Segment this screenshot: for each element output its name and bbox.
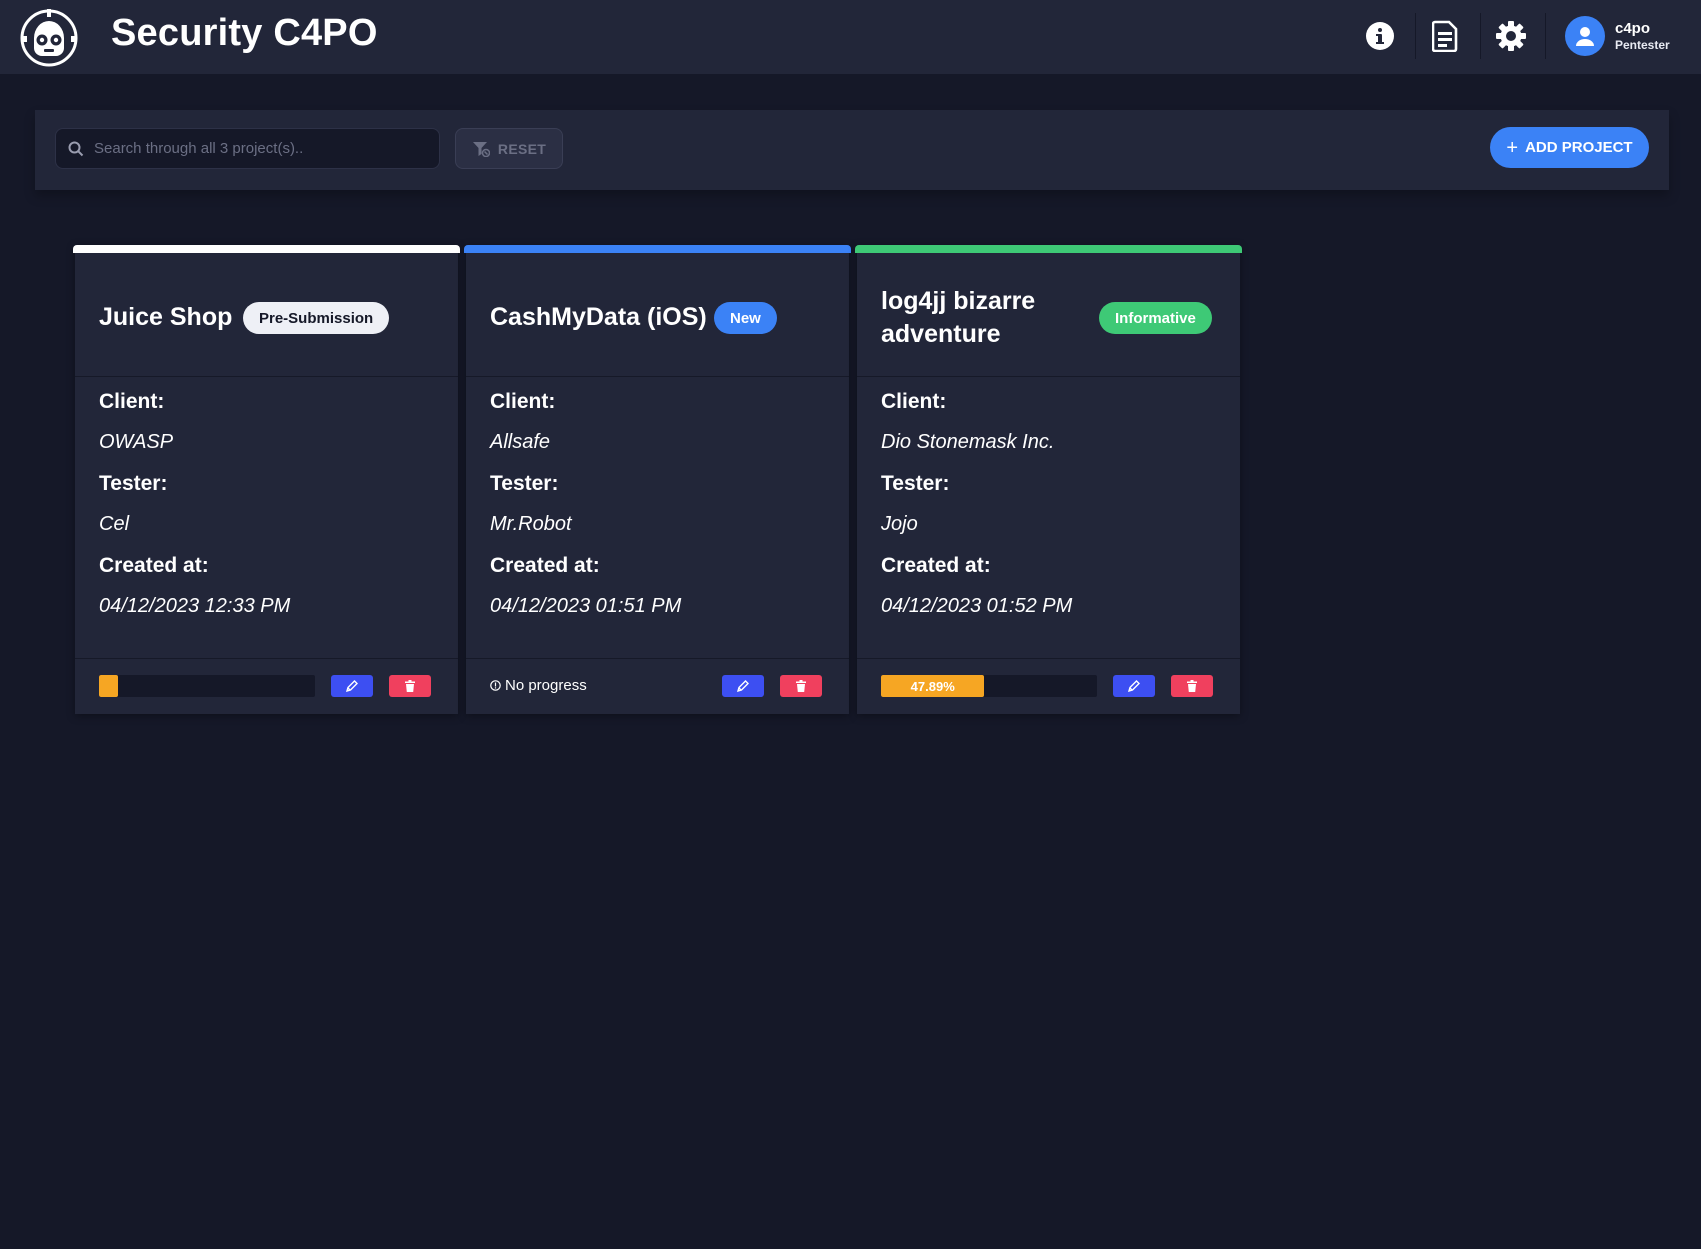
created-value: 04/12/2023 01:52 PM [881,595,1073,617]
pencil-icon [737,680,749,692]
tester-label: Tester: [881,472,950,495]
info-icon[interactable] [1363,19,1397,53]
tester-label: Tester: [490,472,559,495]
search-input[interactable] [94,140,424,157]
header-divider [1415,13,1416,59]
status-badge: Pre-Submission [243,302,390,334]
filter-clear-icon [472,141,490,157]
reset-label: RESET [497,140,547,157]
project-title: log4jj bizarre adventure [881,287,1036,348]
status-accent-bar [73,245,460,253]
user-role: Pentester [1615,37,1670,52]
add-project-button[interactable]: + ADD PROJECT [1490,127,1649,168]
pencil-icon [1128,680,1140,692]
created-value: 04/12/2023 12:33 PM [99,595,291,617]
no-progress-label: No progress [505,677,587,694]
progress-bar [99,675,315,697]
tester-value: Cel [99,513,130,535]
top-navbar: Security C4PO c4po Pentester [0,0,1701,74]
edit-button[interactable] [1113,675,1155,697]
client-label: Client: [99,390,165,413]
user-avatar-icon[interactable] [1565,16,1605,56]
status-accent-bar [855,245,1242,253]
user-name: c4po [1615,19,1651,37]
header-divider [1545,13,1546,59]
info-circle-icon [490,680,501,691]
edit-button[interactable] [331,675,373,697]
status-accent-bar [464,245,851,253]
created-label: Created at: [881,554,991,577]
progress-fill: 47.89% [881,675,985,697]
created-label: Created at: [490,554,600,577]
tester-value: Mr.Robot [490,513,572,535]
project-card[interactable]: CashMyData (iOS) New Client: Allsafe Tes… [464,245,851,714]
delete-button[interactable] [389,675,431,697]
pencil-icon [346,680,358,692]
trash-icon [1187,680,1197,692]
settings-gear-icon[interactable] [1494,19,1528,53]
project-card[interactable]: log4jj bizarre adventure Informative Cli… [855,245,1242,714]
c4po-robot-logo-icon[interactable] [18,5,80,67]
trash-icon [405,680,415,692]
client-value: OWASP [99,431,174,453]
search-box[interactable] [55,128,440,169]
project-toolbar: RESET + ADD PROJECT [35,110,1669,190]
client-value: Allsafe [490,431,551,453]
add-project-label: ADD PROJECT [1525,139,1633,156]
delete-button[interactable] [780,675,822,697]
header-divider [1480,13,1481,59]
edit-button[interactable] [722,675,764,697]
search-icon [68,141,84,156]
report-icon[interactable] [1428,19,1462,53]
status-badge: New [714,302,777,334]
project-title: CashMyData (iOS) [490,303,707,331]
status-badge: Informative [1099,302,1212,334]
tester-label: Tester: [99,472,168,495]
client-label: Client: [490,390,556,413]
trash-icon [796,680,806,692]
tester-value: Jojo [881,513,918,535]
client-value: Dio Stonemask Inc. [881,431,1055,453]
client-label: Client: [881,390,947,413]
delete-button[interactable] [1171,675,1213,697]
project-title: Juice Shop [99,303,233,331]
app-title: Security C4PO [111,12,378,54]
no-progress-indicator: No progress [490,677,587,694]
plus-icon: + [1506,136,1519,159]
project-card[interactable]: Juice Shop Pre-Submission Client: OWASP … [73,245,460,714]
user-menu[interactable]: c4po Pentester [1565,16,1670,56]
created-value: 04/12/2023 01:51 PM [490,595,682,617]
progress-bar: 47.89% [881,675,1097,697]
progress-fill [99,675,119,697]
created-label: Created at: [99,554,209,577]
reset-filter-button[interactable]: RESET [455,128,563,169]
